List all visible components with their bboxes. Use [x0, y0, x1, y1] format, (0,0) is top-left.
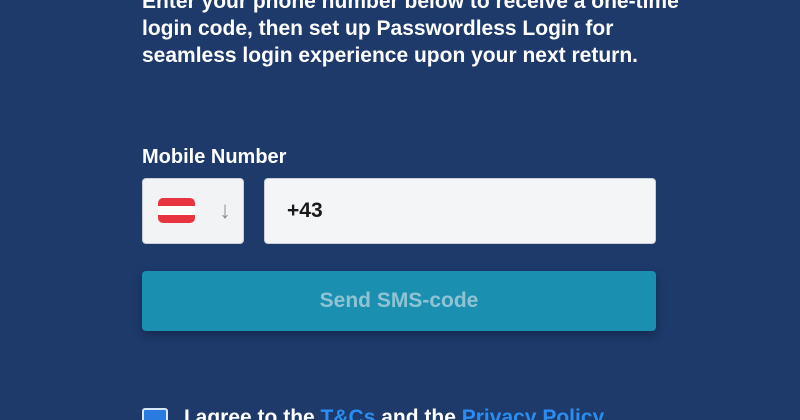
intro-text: Enter your phone number below to receive… — [142, 0, 679, 67]
tcs-link[interactable]: T&Cs — [321, 406, 376, 420]
send-sms-code-button[interactable]: Send SMS-code — [142, 271, 656, 331]
login-page: Enter your phone number below to receive… — [0, 0, 800, 420]
mobile-number-label: Mobile Number — [142, 146, 287, 168]
arrow-down-icon: ↓ — [219, 197, 231, 224]
privacy-policy-link[interactable]: Privacy Policy — [462, 406, 604, 420]
austria-flag-icon — [158, 198, 195, 223]
checkbox-checked-icon[interactable] — [142, 408, 168, 420]
terms-middle-text: and the — [381, 406, 456, 420]
country-code-select[interactable]: ↓ — [142, 178, 244, 244]
terms-prefix-text: I agree to the — [184, 406, 315, 420]
phone-number-input[interactable] — [264, 178, 656, 244]
terms-agreement: I agree to the T&Cs and the Privacy Poli… — [142, 406, 604, 420]
